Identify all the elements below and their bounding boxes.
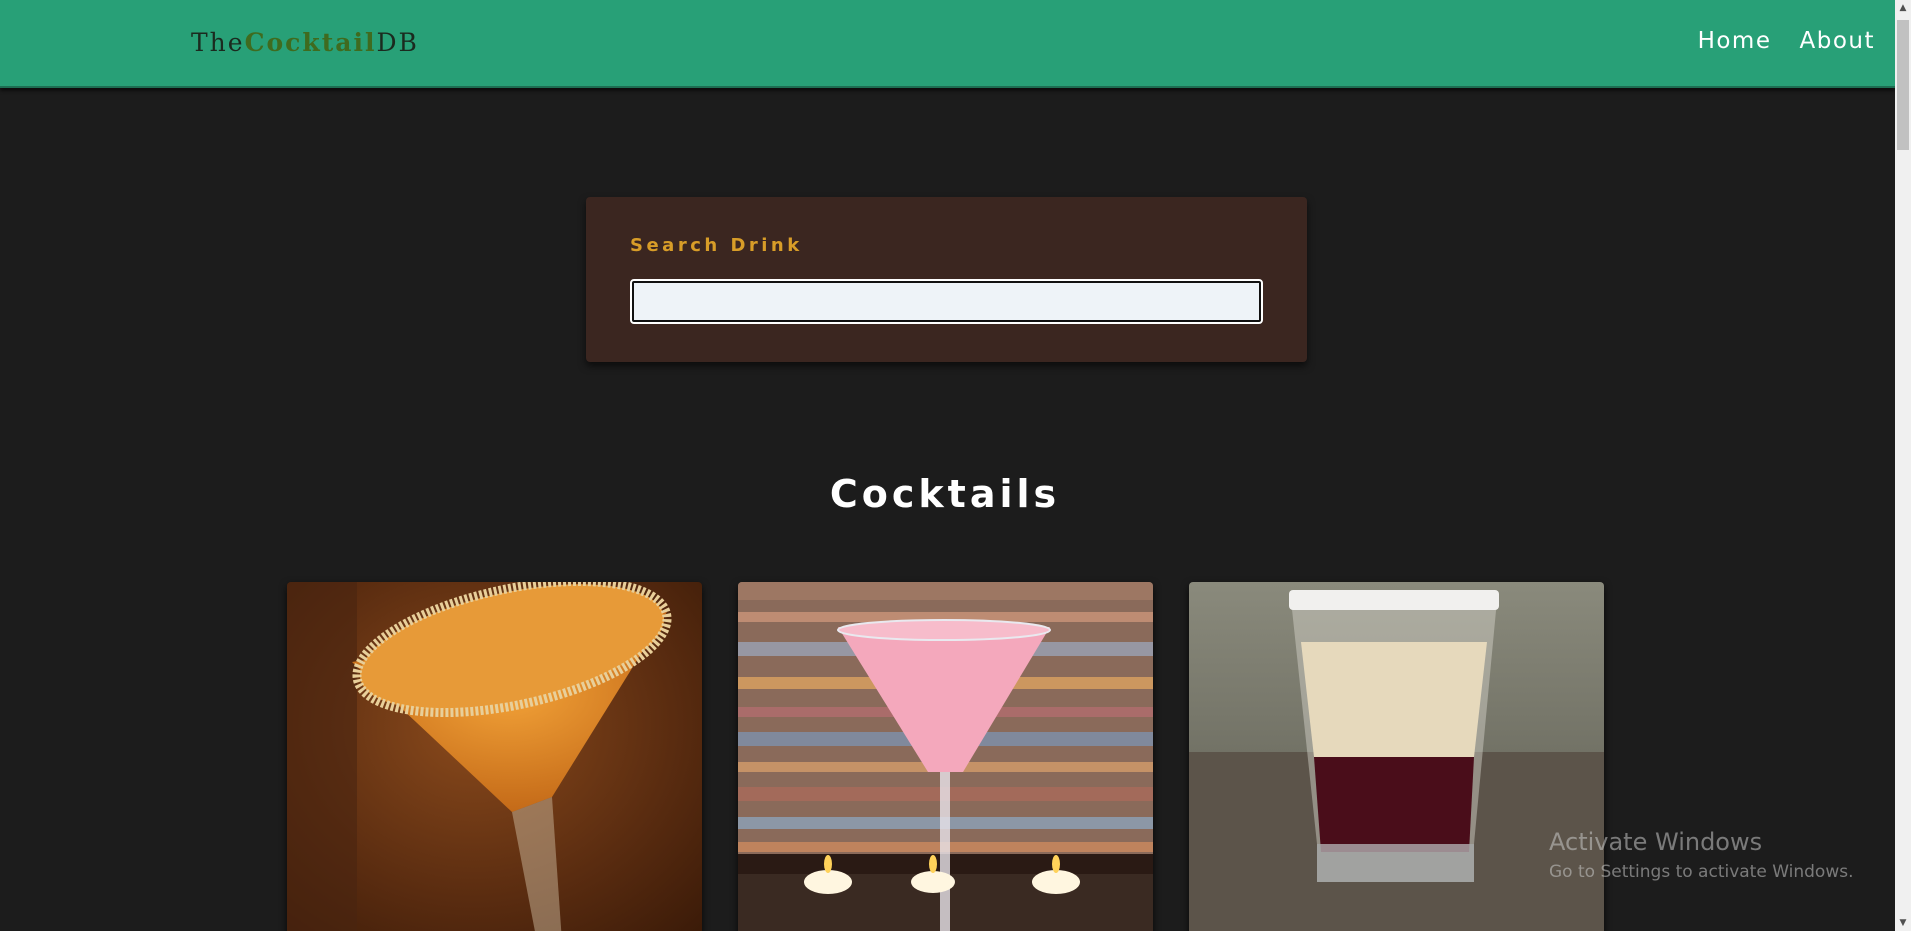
scroll-down-arrow-icon[interactable]: ▼ xyxy=(1895,915,1911,931)
logo-suffix: DB xyxy=(376,28,419,57)
windows-activation-subtitle: Go to Settings to activate Windows. xyxy=(1549,862,1854,882)
cocktail-card[interactable] xyxy=(738,582,1153,931)
search-form: Search Drink xyxy=(586,197,1307,362)
nav-link-home[interactable]: Home xyxy=(1698,28,1772,54)
scroll-up-arrow-icon[interactable]: ▲ xyxy=(1895,0,1911,16)
section-title: Cocktails xyxy=(829,472,1061,516)
cocktail-card[interactable] xyxy=(287,582,702,931)
cocktail-card[interactable] xyxy=(1189,582,1604,931)
windows-activation-title: Activate Windows xyxy=(1549,828,1763,856)
nav-link-about[interactable]: About xyxy=(1799,28,1875,54)
logo-prefix: The xyxy=(191,28,245,57)
nav-links: Home About xyxy=(1698,28,1875,54)
scrollbar-thumb[interactable] xyxy=(1897,20,1909,150)
vertical-scrollbar[interactable]: ▲ ▼ xyxy=(1895,0,1911,931)
search-input[interactable] xyxy=(630,279,1263,324)
search-label: Search Drink xyxy=(630,235,803,256)
site-logo[interactable]: TheCocktailDB xyxy=(191,28,419,57)
cocktail-image xyxy=(1189,582,1604,931)
navbar: TheCocktailDB Home About xyxy=(0,0,1895,88)
cocktail-image xyxy=(738,582,1153,931)
logo-accent: Cocktail xyxy=(244,28,377,57)
cocktail-image xyxy=(287,582,702,931)
